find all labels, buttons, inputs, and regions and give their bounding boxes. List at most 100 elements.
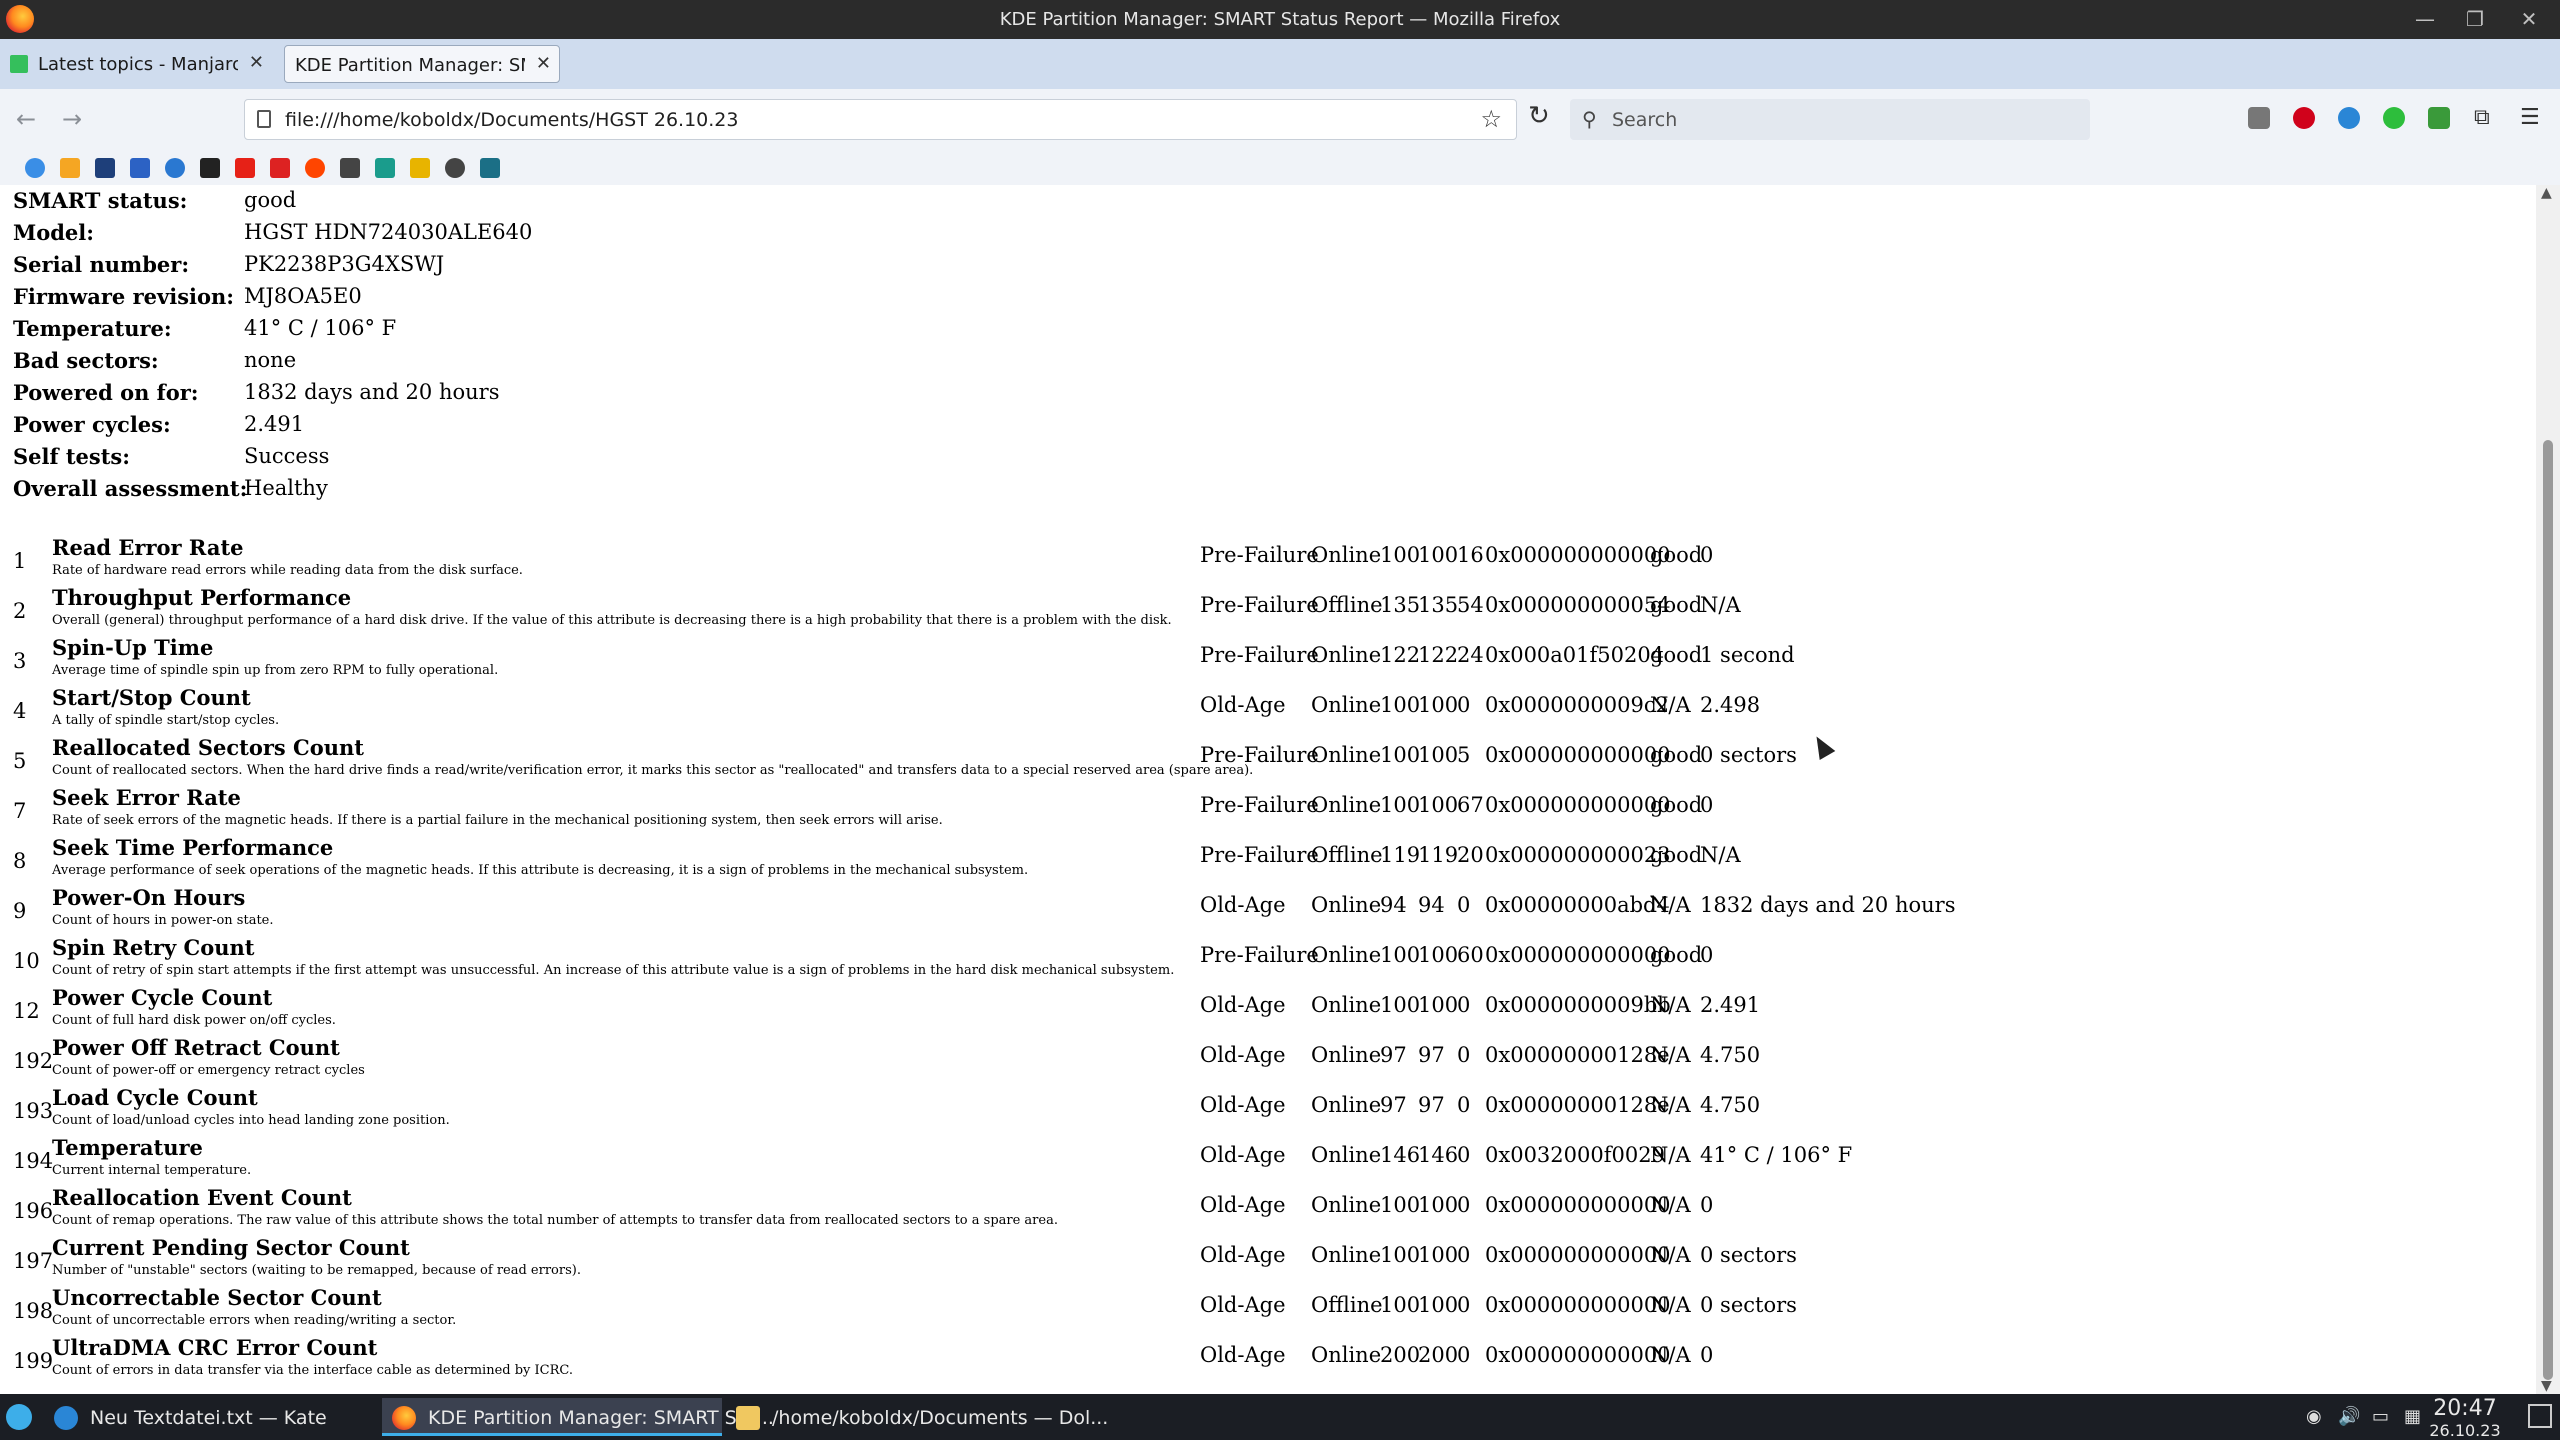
hamburger-menu-icon[interactable]: ☰: [2520, 105, 2540, 130]
steam-tray-icon[interactable]: ◉: [2306, 1406, 2322, 1427]
ublock-extension-icon[interactable]: [2293, 107, 2315, 129]
attr-display-value: 41° C / 106° F: [1700, 1143, 1853, 1167]
attr-value: 94: [1380, 893, 1407, 917]
reload-icon[interactable]: ↻: [1528, 101, 1550, 131]
clock[interactable]: 20:47 26.10.23: [2420, 1396, 2510, 1440]
bookmark-icon[interactable]: [270, 158, 290, 178]
scroll-down-icon[interactable]: ▼: [2541, 1378, 2552, 1394]
container-extension-icon[interactable]: [2428, 107, 2450, 129]
tab-close-icon[interactable]: ✕: [249, 52, 264, 73]
attr-assessment: good: [1650, 593, 1703, 617]
attr-threshold: 24: [1457, 643, 1484, 667]
attr-type: Old-Age: [1200, 1093, 1286, 1117]
apps-tray-icon[interactable]: ▦: [2404, 1406, 2421, 1427]
attr-name: UltraDMA CRC Error Count: [52, 1335, 378, 1360]
attr-update: Online: [1311, 1143, 1382, 1167]
attr-raw: 0x000000000000: [1485, 943, 1671, 967]
attr-raw: 0x00000000128e: [1485, 1043, 1670, 1067]
attr-threshold: 54: [1457, 593, 1484, 617]
attr-worst: 100: [1418, 1293, 1459, 1317]
attr-raw: 0x000000000000: [1485, 1343, 1671, 1367]
bookmark-icon[interactable]: [165, 158, 185, 178]
app-launcher-icon[interactable]: [6, 1404, 32, 1430]
bookmark-icon[interactable]: [25, 158, 45, 178]
minimize-icon[interactable]: —: [2410, 6, 2440, 32]
attr-description: Count of retry of spin start attempts if…: [52, 963, 1175, 978]
attribute-row: 8 Seek Time Performance Average performanc…: [0, 833, 2530, 883]
green-extension-icon[interactable]: [2383, 107, 2405, 129]
attr-worst: 100: [1418, 1243, 1459, 1267]
search-input[interactable]: ⚲ Search: [1570, 99, 2090, 140]
summary-value: 41° C / 106° F: [244, 316, 397, 340]
summary-key: Bad sectors:: [13, 348, 159, 373]
attr-name: Reallocated Sectors Count: [52, 735, 365, 760]
taskbar-item-dolphin[interactable]: /home/koboldx/Documents — Dol...: [726, 1398, 1108, 1436]
attribute-row: 198 Uncorrectable Sector Count Count of un…: [0, 1283, 2530, 1333]
bookmark-star-icon[interactable]: ☆: [1480, 105, 1502, 133]
summary-key: Serial number:: [13, 252, 190, 277]
attr-raw: 0x000000000000: [1485, 1193, 1671, 1217]
bookmark-icon[interactable]: [200, 158, 220, 178]
attr-worst: 119: [1418, 843, 1459, 867]
attr-display-value: 0: [1700, 943, 1714, 967]
scroll-up-icon[interactable]: ▲: [2541, 185, 2552, 201]
bookmark-icon[interactable]: [60, 158, 80, 178]
close-window-icon[interactable]: ✕: [2514, 6, 2544, 32]
url-text[interactable]: file:///home/koboldx/Documents/HGST 26.1…: [285, 109, 739, 131]
attr-name: Temperature: [52, 1135, 203, 1160]
bookmark-icon[interactable]: [375, 158, 395, 178]
attr-value: 100: [1380, 693, 1421, 717]
attr-raw: 0x000000000000: [1485, 1293, 1671, 1317]
attr-raw: 0x000000000000: [1485, 543, 1671, 567]
youtube-bookmark-icon[interactable]: [235, 158, 255, 178]
attr-assessment: N/A: [1650, 1143, 1691, 1167]
attr-display-value: N/A: [1700, 843, 1741, 867]
bookmark-icon[interactable]: [410, 158, 430, 178]
url-bar[interactable]: file:///home/koboldx/Documents/HGST 26.1…: [244, 99, 1517, 140]
attr-id: 7: [13, 799, 27, 823]
bookmark-icon[interactable]: [480, 158, 500, 178]
attr-name: Seek Time Performance: [52, 835, 334, 860]
tab-close-icon[interactable]: ✕: [536, 53, 551, 74]
attr-name: Throughput Performance: [52, 585, 352, 610]
attr-type: Old-Age: [1200, 1043, 1286, 1067]
attr-value: 100: [1380, 993, 1421, 1017]
attr-raw: 0x000000000000: [1485, 793, 1671, 817]
attr-worst: 100: [1418, 743, 1459, 767]
translate-extension-icon[interactable]: [2338, 107, 2360, 129]
bookmark-icon[interactable]: [130, 158, 150, 178]
attr-type: Old-Age: [1200, 993, 1286, 1017]
extensions-puzzle-icon[interactable]: ⧉: [2474, 105, 2490, 130]
show-desktop-icon[interactable]: [2528, 1404, 2552, 1428]
attr-id: 2: [13, 599, 27, 623]
network-tray-icon[interactable]: ▭: [2372, 1406, 2389, 1427]
bookmark-icon[interactable]: [340, 158, 360, 178]
maximize-icon[interactable]: ❐: [2460, 6, 2490, 32]
bookmark-icon[interactable]: [95, 158, 115, 178]
summary-key: Overall assessment:: [13, 476, 248, 501]
taskbar-item-kate[interactable]: Neu Textdatei.txt — Kate: [44, 1398, 378, 1436]
shield-extension-icon[interactable]: [2248, 107, 2270, 129]
summary-key: Powered on for:: [13, 380, 199, 405]
scrollbar-thumb[interactable]: [2543, 440, 2553, 1380]
reddit-bookmark-icon[interactable]: [305, 158, 325, 178]
attr-description: Count of errors in data transfer via the…: [52, 1363, 574, 1378]
globe-bookmark-icon[interactable]: [445, 158, 465, 178]
taskbar-item-firefox[interactable]: KDE Partition Manager: SMART Sta...: [382, 1398, 774, 1436]
volume-tray-icon[interactable]: 🔊: [2338, 1406, 2360, 1427]
back-arrow-icon[interactable]: ←: [16, 105, 36, 133]
task-label: KDE Partition Manager: SMART Sta...: [428, 1407, 774, 1429]
summary-value: 2.491: [244, 412, 305, 436]
tab-manjaro[interactable]: Latest topics - Manjaro Lin ✕: [0, 45, 272, 83]
attr-value: 97: [1380, 1043, 1407, 1067]
attr-update: Offline: [1311, 1293, 1383, 1317]
attr-assessment: good: [1650, 793, 1703, 817]
attr-value: 100: [1380, 543, 1421, 567]
forward-arrow-icon[interactable]: →: [62, 105, 82, 133]
attr-name: Start/Stop Count: [52, 685, 251, 710]
tab-smart-report[interactable]: KDE Partition Manager: SMAR ✕: [284, 45, 560, 83]
attr-id: 12: [13, 999, 40, 1023]
attr-update: Online: [1311, 743, 1382, 767]
page-scrollbar[interactable]: ▲ ▼: [2536, 185, 2560, 1394]
attr-id: 194: [13, 1149, 54, 1173]
